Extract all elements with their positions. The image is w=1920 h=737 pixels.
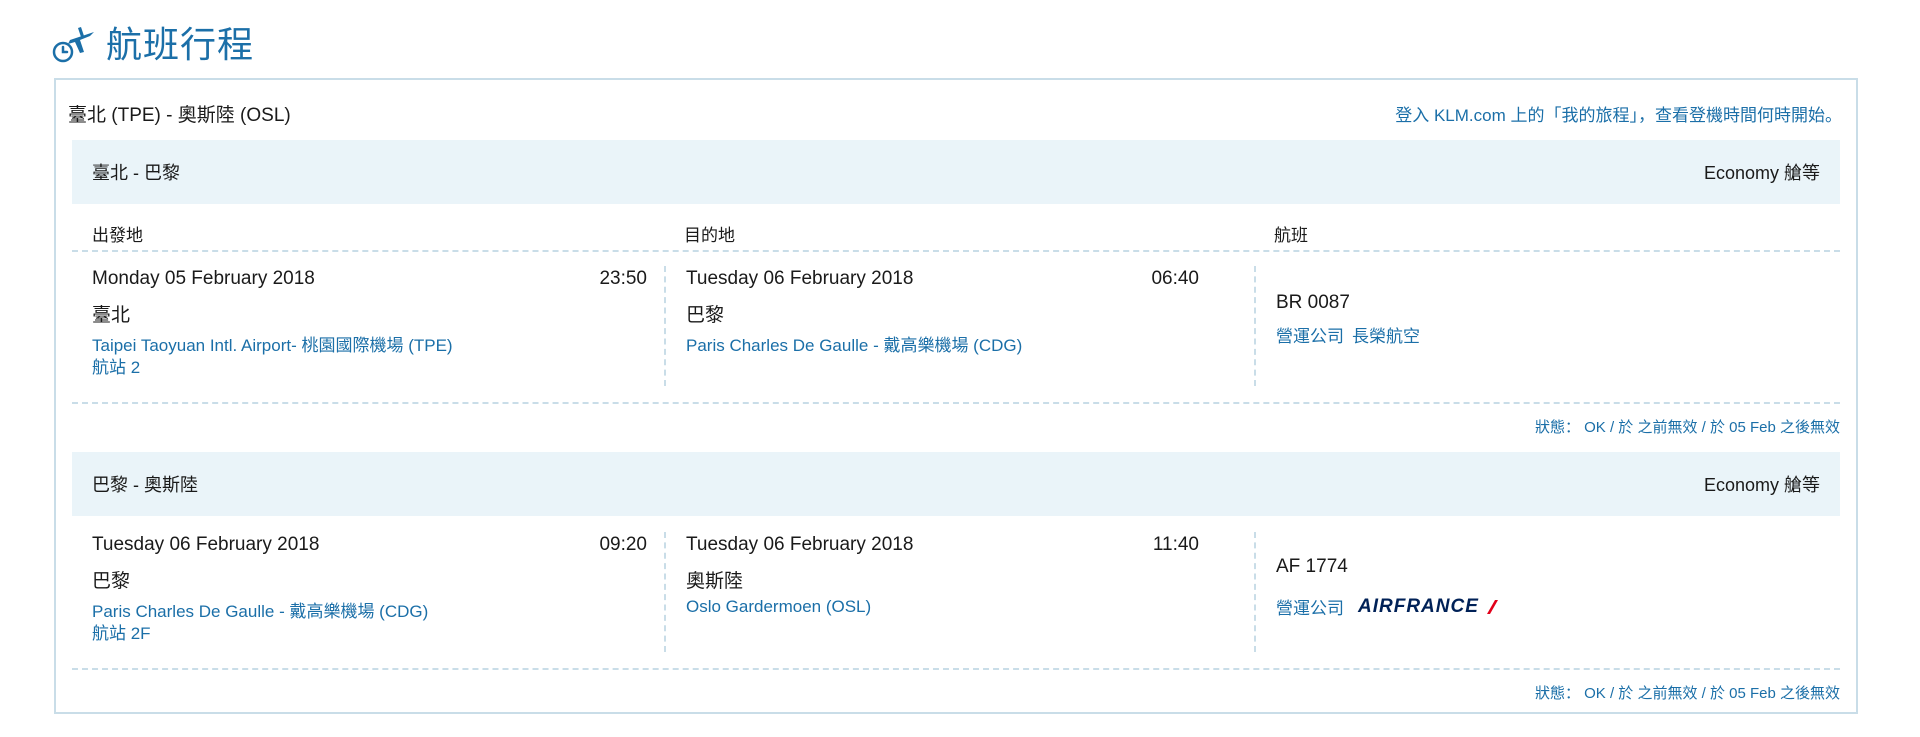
segment-status: 狀態： OK / 於 之前無效 / 於 05 Feb 之後無效 — [1534, 685, 1840, 702]
departure-cell: Tuesday 06 February 2018 09:20 巴黎 Paris … — [92, 518, 647, 668]
flight-leg: Monday 05 February 2018 23:50 臺北 Taipei … — [72, 252, 1840, 404]
arrival-time: 06:40 — [1151, 268, 1199, 289]
arrival-date: Tuesday 06 February 2018 — [686, 268, 914, 289]
airfrance-logo: AIRFRANCE — [1358, 596, 1499, 618]
arrival-airport: Oslo Gardermoen (OSL) — [686, 597, 872, 616]
column-header-arrival: 目的地 — [684, 226, 735, 245]
operator-line: 營運公司 長榮航空 — [1276, 322, 1420, 347]
arrival-time: 11:40 — [1152, 534, 1199, 555]
section-title: 航班行程 — [106, 24, 255, 65]
departure-city: 巴黎 — [92, 571, 131, 592]
column-header-flight: 航班 — [1274, 226, 1308, 245]
flight-number: BR 0087 — [1276, 292, 1350, 313]
segment-route: 臺北 - 巴黎 — [92, 163, 180, 183]
segment-status: 狀態： OK / 於 之前無效 / 於 05 Feb 之後無效 — [1534, 419, 1840, 436]
departure-time: 09:20 — [599, 534, 647, 555]
plane-clock-icon — [52, 27, 94, 63]
cabin-class: Economy 艙等 — [1703, 163, 1820, 183]
flight-itinerary-page: 航班行程 臺北 (TPE) - 奧斯陸 (OSL) 登入 KLM.com 上的「… — [0, 0, 1920, 737]
flight-cell: BR 0087 營運公司 長榮航空 — [1254, 266, 1814, 386]
departure-cell: Monday 05 February 2018 23:50 臺北 Taipei … — [92, 252, 647, 402]
airfrance-stripe-icon — [1486, 599, 1498, 614]
arrival-city: 奧斯陸 — [686, 571, 744, 592]
column-header-departure: 出發地 — [92, 226, 143, 245]
cabin-class: Economy 艙等 — [1703, 475, 1820, 495]
operator-label: 營運公司 — [1276, 599, 1344, 618]
section-heading: 航班行程 — [50, 12, 254, 72]
departure-city: 臺北 — [92, 305, 131, 326]
operator-name: 長榮航空 — [1352, 327, 1420, 346]
flight-leg: Tuesday 06 February 2018 09:20 巴黎 Paris … — [72, 518, 1840, 670]
column-headers: 出發地 目的地 航班 — [72, 210, 1840, 252]
trip-header: 臺北 (TPE) - 奧斯陸 (OSL) 登入 KLM.com 上的「我的旅程」… — [68, 98, 1842, 128]
segment-bar: 巴黎 - 奧斯陸 Economy 艙等 — [72, 452, 1840, 516]
segment-bar: 臺北 - 巴黎 Economy 艙等 — [72, 140, 1840, 204]
arrival-cell: Tuesday 06 February 2018 06:40 巴黎 Paris … — [664, 266, 1219, 386]
flight-number: AF 1774 — [1276, 556, 1348, 577]
arrival-city: 巴黎 — [686, 305, 725, 326]
departure-date: Monday 05 February 2018 — [92, 268, 315, 289]
itinerary-card: 臺北 (TPE) - 奧斯陸 (OSL) 登入 KLM.com 上的「我的旅程」… — [54, 78, 1858, 714]
departure-airport: Taipei Taoyuan Intl. Airport- 桃園國際機場 (TP… — [92, 336, 453, 355]
arrival-airport: Paris Charles De Gaulle - 戴高樂機場 (CDG) — [686, 336, 1023, 355]
arrival-cell: Tuesday 06 February 2018 11:40 奧斯陸 Oslo … — [664, 532, 1219, 652]
departure-time: 23:50 — [599, 268, 647, 289]
flight-cell: AF 1774 營運公司 AIRFRANCE — [1254, 532, 1814, 652]
trip-route: 臺北 (TPE) - 奧斯陸 (OSL) — [68, 104, 291, 126]
departure-terminal: 航站 2 — [92, 358, 141, 377]
departure-date: Tuesday 06 February 2018 — [92, 534, 320, 555]
airfrance-logo-text: AIRFRANCE — [1358, 595, 1479, 617]
segment-route: 巴黎 - 奧斯陸 — [92, 475, 198, 495]
my-trip-link[interactable]: 登入 KLM.com 上的「我的旅程」，查看登機時間何時開始。 — [1395, 101, 1842, 126]
operator-label: 營運公司 — [1276, 327, 1344, 346]
operator-line: 營運公司 AIRFRANCE — [1276, 594, 1499, 619]
departure-terminal: 航站 2F — [92, 624, 151, 643]
arrival-date: Tuesday 06 February 2018 — [686, 534, 914, 555]
